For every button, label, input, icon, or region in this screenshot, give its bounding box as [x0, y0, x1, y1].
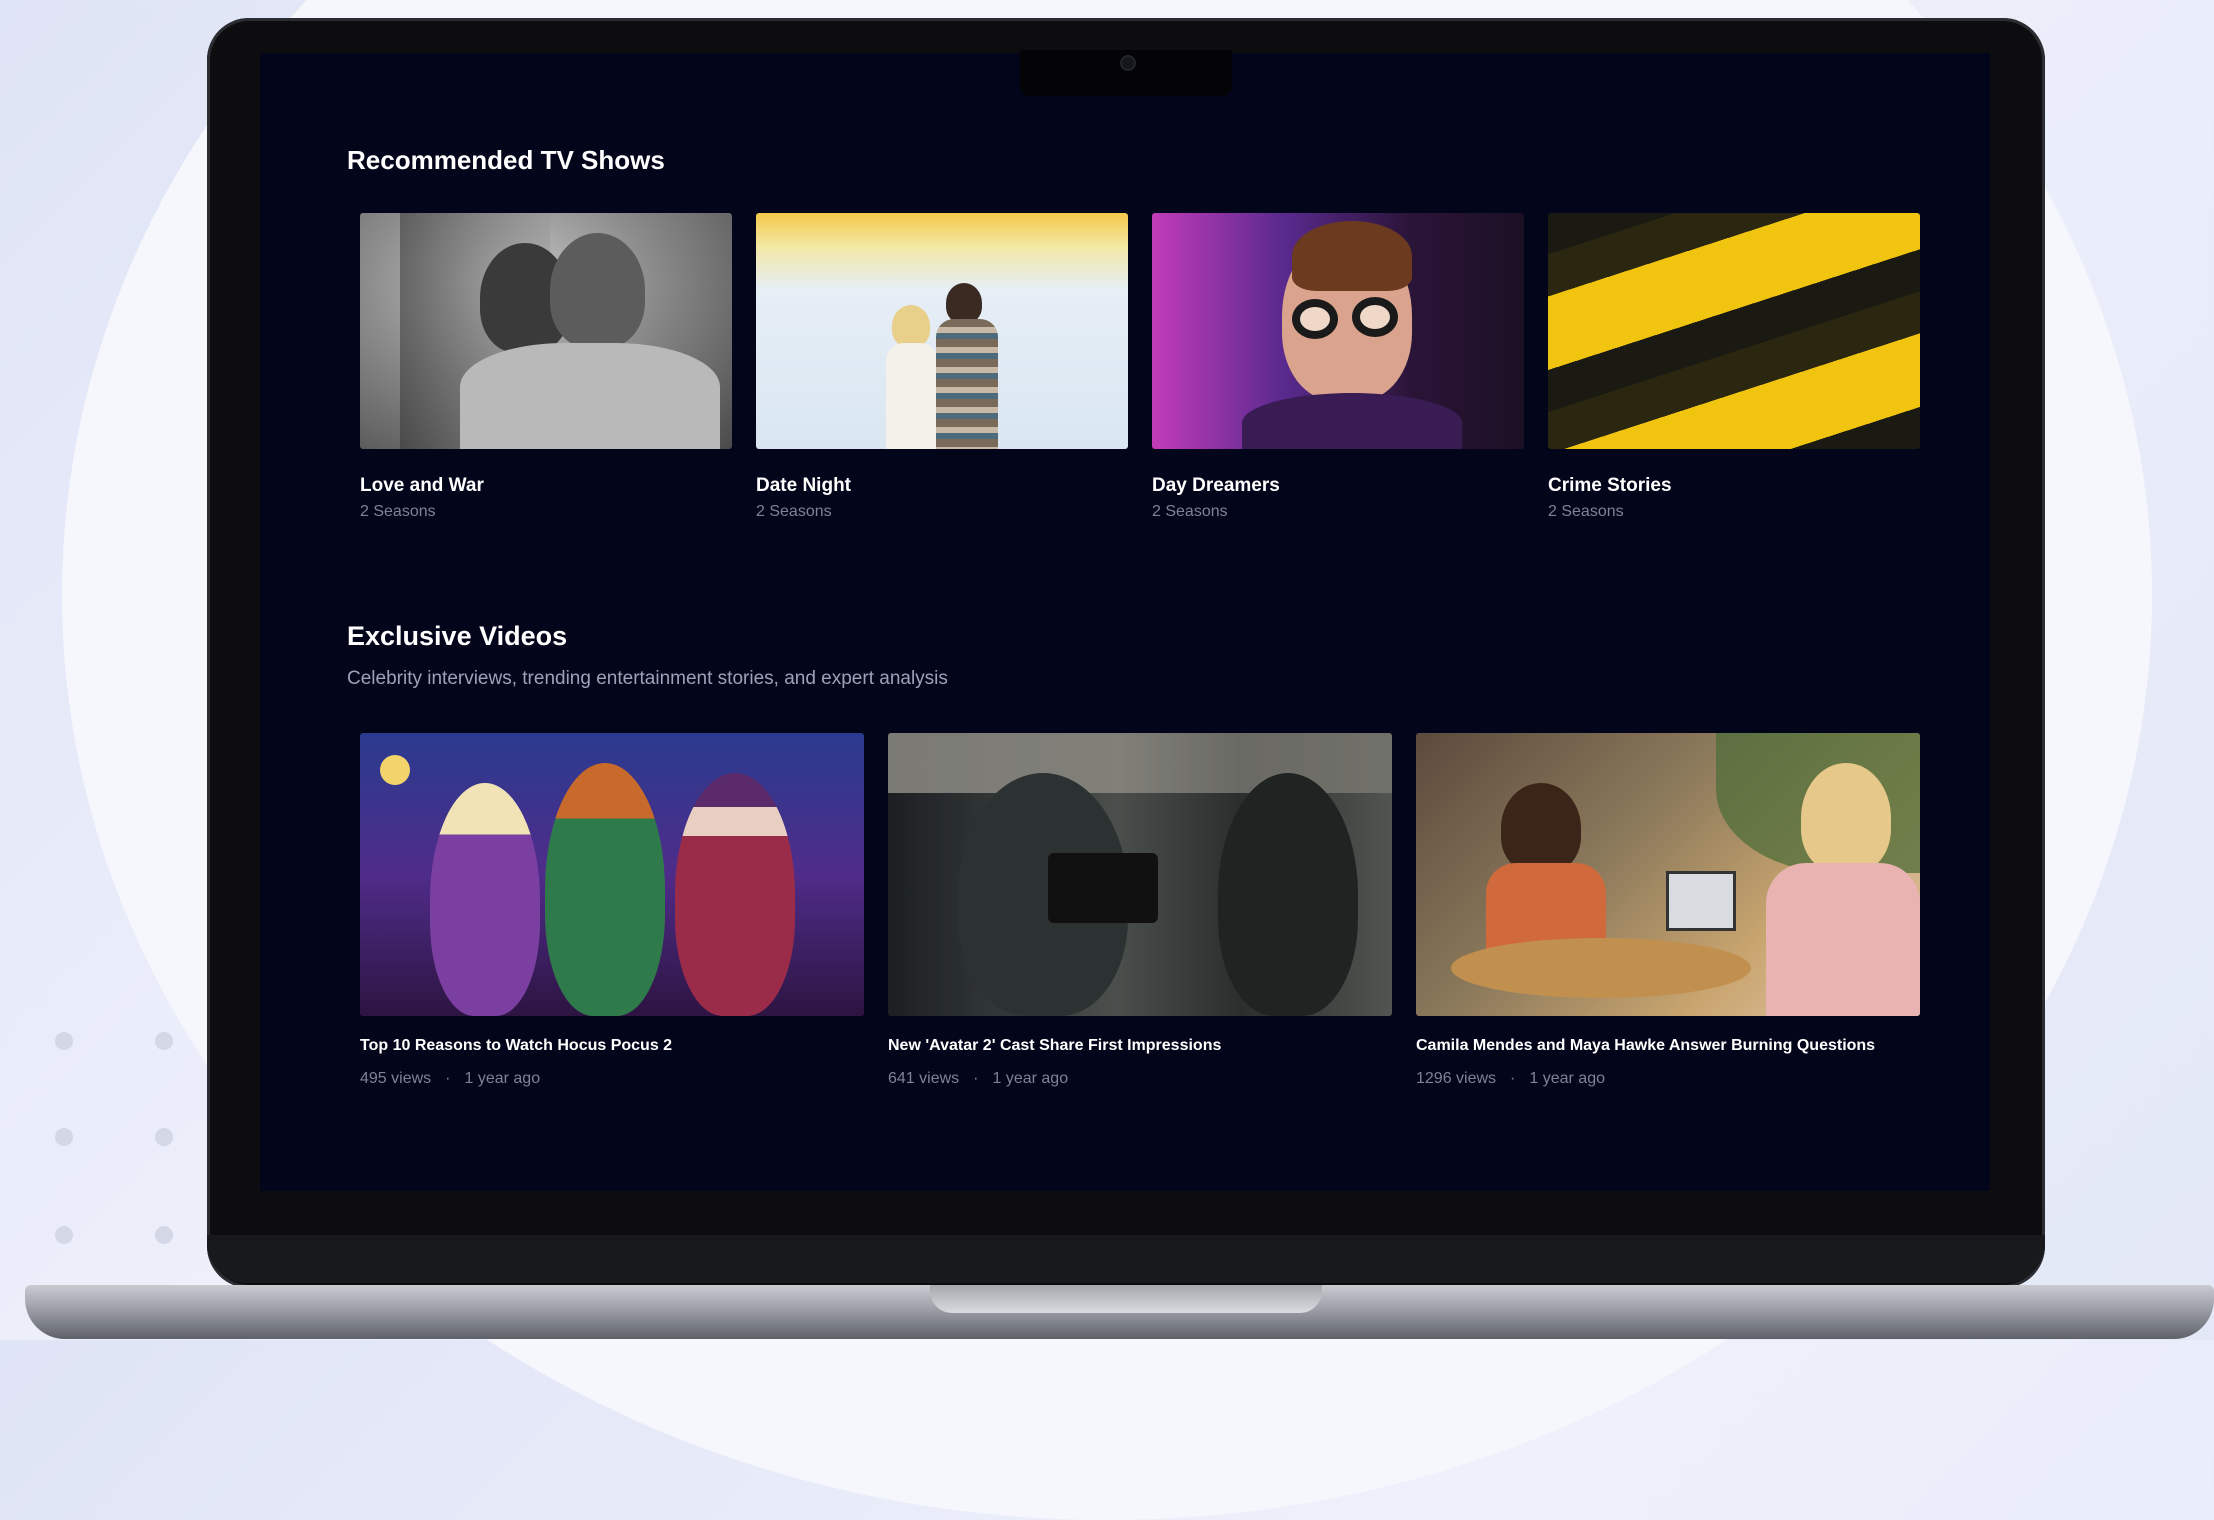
- tv-show-card-day-dreamers[interactable]: Day Dreamers 2 Seasons: [1152, 213, 1524, 521]
- webcam-icon: [1120, 55, 1136, 71]
- video-thumbnail[interactable]: [1416, 733, 1920, 1016]
- tv-show-thumbnail[interactable]: [1152, 213, 1524, 449]
- laptop-hinge: [930, 1285, 1322, 1313]
- exclusive-videos-subtitle: Celebrity interviews, trending entertain…: [347, 668, 948, 689]
- video-views: 495 views: [360, 1070, 432, 1087]
- recommended-tv-shows-title: Recommended TV Shows: [347, 145, 665, 175]
- tv-show-thumbnail[interactable]: [1548, 213, 1920, 449]
- video-title[interactable]: New 'Avatar 2' Cast Share First Impressi…: [888, 1034, 1392, 1058]
- video-meta: 495 views · 1 year ago: [360, 1070, 864, 1088]
- tv-show-card-date-night[interactable]: Date Night 2 Seasons: [756, 213, 1128, 521]
- video-age: 1 year ago: [1529, 1070, 1605, 1087]
- video-age: 1 year ago: [464, 1070, 541, 1087]
- tv-show-seasons: 2 Seasons: [756, 503, 832, 520]
- laptop-bottom-bezel: [207, 1235, 2045, 1283]
- video-title[interactable]: Top 10 Reasons to Watch Hocus Pocus 2: [360, 1034, 864, 1058]
- video-thumbnail[interactable]: [360, 733, 864, 1016]
- video-meta: 641 views · 1 year ago: [888, 1070, 1392, 1088]
- tv-show-title: Date Night: [756, 475, 851, 496]
- tv-show-thumbnail[interactable]: [360, 213, 732, 449]
- video-meta: 1296 views · 1 year ago: [1416, 1070, 1920, 1088]
- tv-show-thumbnail[interactable]: [756, 213, 1128, 449]
- meta-separator: ·: [445, 1070, 451, 1087]
- tv-show-seasons: 2 Seasons: [1548, 503, 1624, 520]
- tv-show-seasons: 2 Seasons: [360, 503, 436, 520]
- exclusive-videos-title: Exclusive Videos: [347, 621, 568, 651]
- video-card-camila-maya[interactable]: Camila Mendes and Maya Hawke Answer Burn…: [1416, 733, 1920, 1088]
- meta-separator: ·: [1510, 1070, 1516, 1087]
- tv-show-seasons: 2 Seasons: [1152, 503, 1228, 520]
- video-views: 1296 views: [1416, 1070, 1497, 1087]
- video-card-avatar-2[interactable]: New 'Avatar 2' Cast Share First Impressi…: [888, 733, 1392, 1088]
- video-title[interactable]: Camila Mendes and Maya Hawke Answer Burn…: [1416, 1034, 1920, 1058]
- tv-show-title: Day Dreamers: [1152, 475, 1280, 496]
- tv-show-title: Crime Stories: [1548, 475, 1672, 496]
- meta-separator: ·: [973, 1070, 979, 1087]
- tv-show-card-love-and-war[interactable]: Love and War 2 Seasons: [360, 213, 732, 521]
- tv-show-title: Love and War: [360, 475, 484, 496]
- decorative-dots: [55, 1020, 195, 1250]
- video-card-hocus-pocus[interactable]: Top 10 Reasons to Watch Hocus Pocus 2 49…: [360, 733, 864, 1088]
- video-age: 1 year ago: [992, 1070, 1069, 1087]
- laptop-screen: Recommended TV Shows Love and War 2 Seas…: [260, 53, 1990, 1191]
- tv-show-card-crime-stories[interactable]: Crime Stories 2 Seasons: [1548, 213, 1920, 521]
- video-thumbnail[interactable]: [888, 733, 1392, 1016]
- video-views: 641 views: [888, 1070, 960, 1087]
